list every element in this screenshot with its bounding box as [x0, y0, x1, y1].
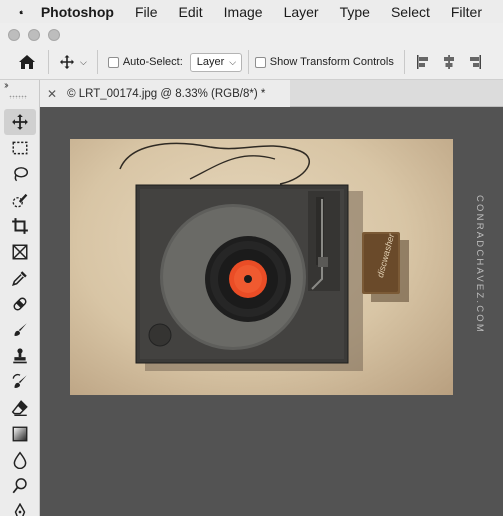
separator — [403, 50, 405, 74]
chevron-down-icon: ⌵ — [80, 56, 87, 67]
menu-edit[interactable]: Edit — [179, 4, 203, 20]
document-tab[interactable]: ✕ © LRT_00174.jpg @ 8.33% (RGB/8*) * — [40, 80, 290, 107]
show-transform-controls-checkbox[interactable] — [254, 56, 266, 68]
marquee-tool[interactable] — [4, 135, 36, 161]
history-brush-icon — [12, 373, 27, 388]
stamp-icon — [13, 348, 27, 364]
zoom-window-button[interactable] — [48, 29, 60, 41]
turntable-image — [119, 142, 409, 371]
tool-options: ⌵ Auto-Select: Layer ⌵ Show Transform Co… — [0, 47, 503, 77]
close-window-button[interactable] — [8, 29, 20, 41]
watermark-text: CONRADCHAVEZ.COM — [474, 195, 485, 334]
dodge-icon — [12, 478, 27, 494]
close-tab-icon[interactable]: ✕ — [47, 87, 57, 101]
document-title-text: LRT_00174.jpg @ 8.33% (RGB/8*) * — [78, 87, 266, 100]
menu-image[interactable]: Image — [224, 4, 263, 20]
minimize-window-button[interactable] — [28, 29, 40, 41]
blur-tool[interactable] — [4, 447, 36, 473]
brush-tool[interactable] — [4, 317, 36, 343]
show-transform-controls-label: Show Transform Controls — [269, 56, 394, 68]
align-horizontal-centers-icon[interactable] — [441, 54, 457, 70]
menu-file[interactable]: File — [135, 4, 158, 20]
history-brush-tool[interactable] — [4, 369, 36, 395]
photoshop-window: Photoshop File Edit Image Layer Type Sel… — [0, 0, 503, 516]
auto-select-checkbox[interactable] — [107, 56, 119, 68]
menu-select[interactable]: Select — [391, 4, 430, 20]
gradient-tool[interactable] — [4, 421, 36, 447]
gradient-icon — [12, 426, 28, 442]
menu-type[interactable]: Type — [340, 4, 370, 20]
align-left-edges-icon[interactable] — [415, 54, 431, 70]
pen-icon — [14, 503, 26, 516]
rectangle-marquee-icon — [12, 141, 28, 155]
separator — [96, 50, 98, 74]
brush-icon — [14, 323, 27, 336]
quick-selection-tool[interactable] — [4, 187, 36, 213]
tools-panel: ›› — [0, 80, 40, 516]
quick-selection-icon — [12, 193, 28, 208]
dodge-tool[interactable] — [4, 473, 36, 499]
menu-app-photoshop[interactable]: Photoshop — [41, 4, 114, 20]
crop-icon — [12, 218, 28, 234]
lasso-tool[interactable] — [4, 161, 36, 187]
home-icon[interactable] — [16, 51, 38, 73]
eyedropper-tool[interactable] — [4, 265, 36, 291]
panel-grip[interactable] — [9, 95, 27, 99]
eraser-icon — [11, 400, 28, 416]
collapse-panel-icon[interactable]: ›› — [4, 80, 8, 91]
menu-layer[interactable]: Layer — [284, 4, 319, 20]
document-tab-bar: ✕ © LRT_00174.jpg @ 8.33% (RGB/8*) * — [40, 80, 503, 107]
healing-brush-tool[interactable] — [4, 291, 36, 317]
eraser-tool[interactable] — [4, 395, 36, 421]
move-icon — [60, 55, 74, 69]
eyedropper-icon — [12, 271, 27, 286]
menu-filter[interactable]: Filter — [451, 4, 482, 20]
apple-icon[interactable] — [19, 3, 24, 21]
auto-select-target-dropdown[interactable]: Layer ⌵ — [189, 52, 242, 72]
separator — [247, 50, 249, 74]
auto-select-label: Auto-Select: — [122, 56, 183, 68]
photo-turntable: discwasher — [70, 139, 453, 395]
clone-stamp-tool[interactable] — [4, 343, 36, 369]
frame-icon — [12, 244, 28, 260]
menu-bar: Photoshop File Edit Image Layer Type Sel… — [0, 0, 503, 23]
bandage-icon — [13, 297, 27, 311]
frame-tool[interactable] — [4, 239, 36, 265]
options-bar: ⌵ Auto-Select: Layer ⌵ Show Transform Co… — [0, 23, 503, 80]
tool-preset-picker[interactable]: ⌵ — [59, 54, 87, 70]
document-canvas[interactable]: discwasher CONRADCHAVEZ.COM — [40, 107, 503, 516]
document-tab-title: © LRT_00174.jpg @ 8.33% (RGB/8*) * — [67, 87, 266, 100]
chevron-down-icon: ⌵ — [229, 56, 237, 67]
auto-select-target-value: Layer — [196, 56, 225, 68]
move-icon — [12, 114, 28, 130]
crop-tool[interactable] — [4, 213, 36, 239]
window-controls — [0, 23, 503, 43]
pen-tool[interactable] — [4, 499, 36, 516]
lasso-icon — [14, 167, 29, 182]
move-tool[interactable] — [4, 109, 36, 135]
align-right-edges-icon[interactable] — [467, 54, 483, 70]
blur-icon — [13, 451, 27, 469]
separator — [48, 50, 49, 74]
